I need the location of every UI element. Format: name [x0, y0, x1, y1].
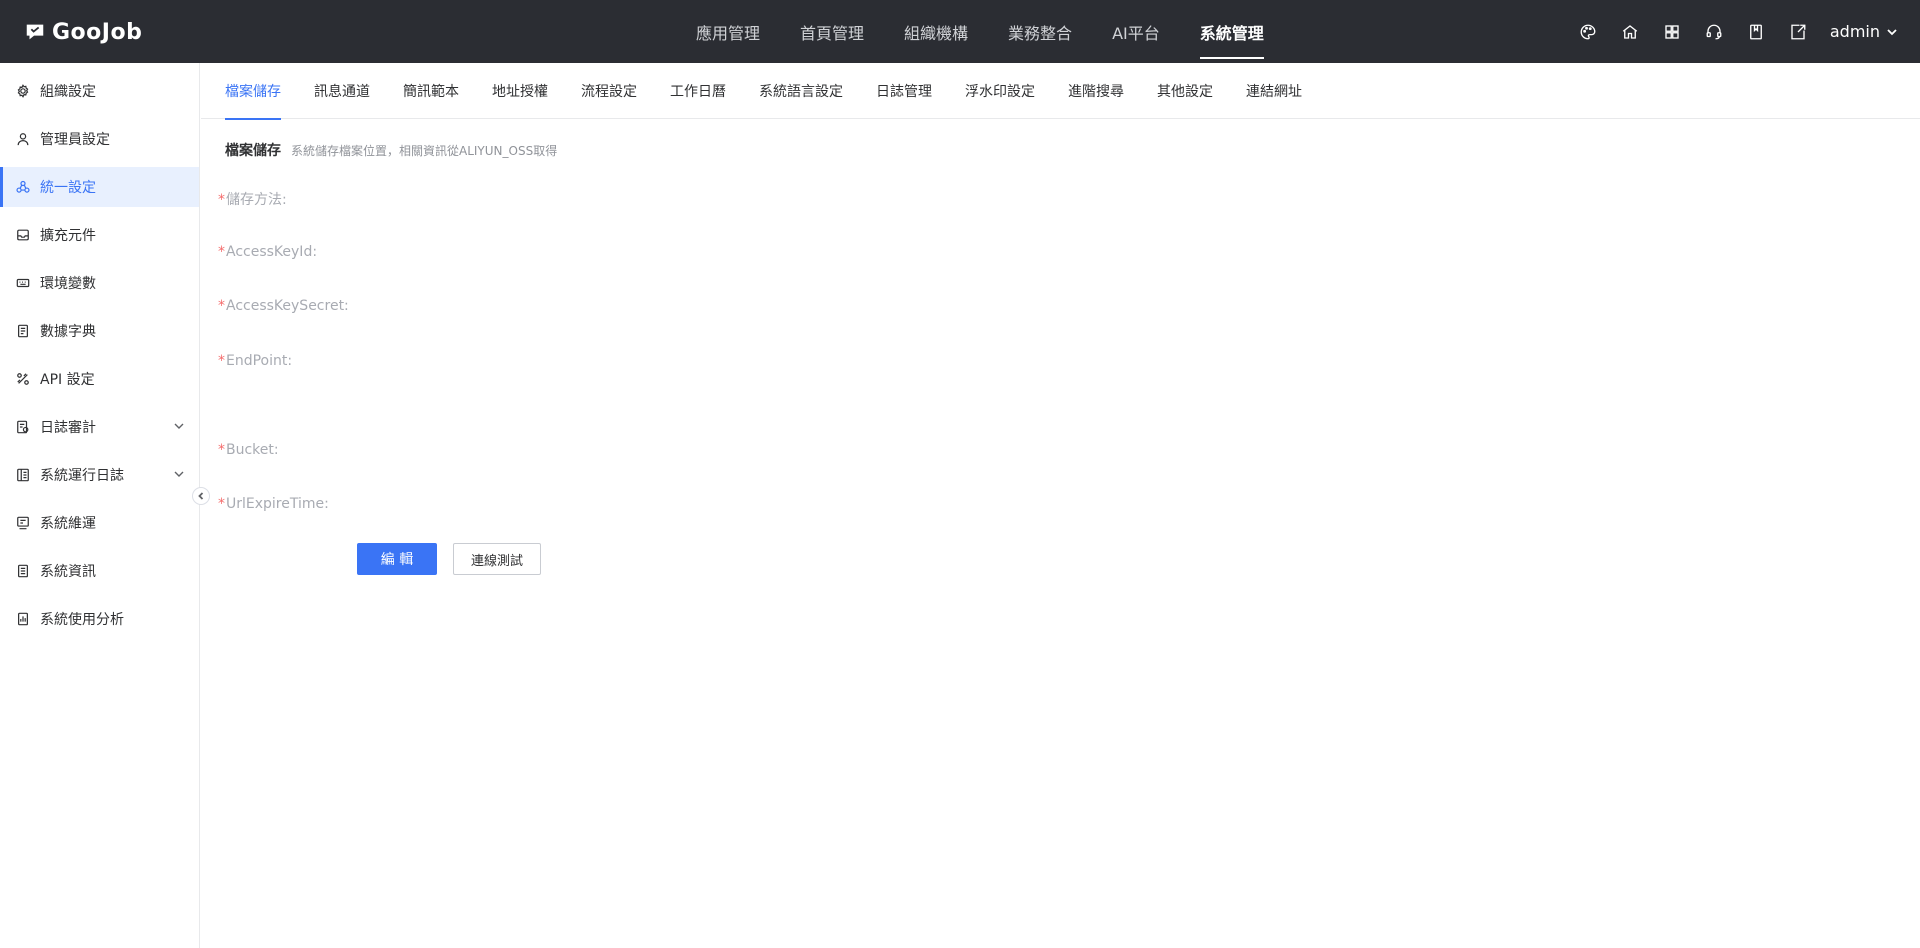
form-row-access-key-id: *AccessKeyId:: [218, 244, 317, 260]
topnav-system-management[interactable]: 系統管理: [1180, 0, 1284, 63]
sidebar-item-label: 系統運行日誌: [40, 468, 124, 484]
sidebar-item-organization-settings[interactable]: 組織設定: [0, 71, 199, 111]
analysis-icon: [16, 612, 30, 626]
topnav-home-management[interactable]: 首頁管理: [780, 0, 884, 63]
bookmark-icon[interactable]: [1746, 22, 1766, 42]
user-icon: [16, 132, 30, 146]
audit-icon: [16, 420, 30, 434]
form-row-url-expire-time: *UrlExpireTime:: [218, 496, 329, 512]
sidebar-item-label: 擴充元件: [40, 228, 96, 244]
sidebar-item-label: API 設定: [40, 372, 95, 388]
sidebar-item-label: 日誌審計: [40, 420, 96, 436]
tab-work-calendar[interactable]: 工作日曆: [670, 63, 726, 119]
top-bar: GooJob 應用管理 首頁管理 組織機構 業務整合 AI平台 系統管理 adm…: [0, 0, 1920, 63]
sidebar-item-env-variables[interactable]: 環境變數: [0, 263, 199, 303]
sidebar-item-api-settings[interactable]: API 設定: [0, 359, 199, 399]
section-description: 系統儲存檔案位置，相關資訊從ALIYUN_OSS取得: [291, 144, 558, 158]
tab-sms-template[interactable]: 簡訊範本: [403, 63, 459, 119]
sidebar-item-label: 環境變數: [40, 276, 96, 292]
form-row-bucket: *Bucket:: [218, 442, 279, 458]
required-mark: *: [218, 442, 225, 458]
sidebar-item-admin-settings[interactable]: 管理員設定: [0, 119, 199, 159]
required-mark: *: [218, 244, 225, 260]
home-icon[interactable]: [1620, 22, 1640, 42]
edit-button[interactable]: 編 輯: [357, 543, 437, 575]
field-label: Bucket:: [226, 442, 279, 458]
logo-icon: [26, 24, 44, 40]
tab-message-channel[interactable]: 訊息通道: [314, 63, 370, 119]
sidebar-item-log-audit[interactable]: 日誌審計: [0, 407, 199, 447]
user-name: admin: [1829, 22, 1880, 41]
form-row-endpoint: *EndPoint:: [218, 353, 292, 369]
tab-other-settings[interactable]: 其他設定: [1157, 63, 1213, 119]
field-label: AccessKeySecret:: [226, 298, 349, 314]
section-title: 檔案儲存: [225, 143, 281, 159]
chevron-down-icon: [1887, 28, 1897, 35]
sidebar-item-usage-analysis[interactable]: 系統使用分析: [0, 599, 199, 639]
field-label: 儲存方法:: [226, 192, 287, 208]
info-doc-icon: [16, 564, 30, 578]
sidebar-item-label: 統一設定: [40, 180, 96, 196]
log-icon: [16, 468, 30, 482]
sidebar-collapse-button[interactable]: [192, 487, 210, 505]
section-header: 檔案儲存 系統儲存檔案位置，相關資訊從ALIYUN_OSS取得: [225, 140, 557, 160]
user-menu[interactable]: admin: [1830, 22, 1898, 41]
tab-file-storage[interactable]: 檔案儲存: [225, 63, 281, 120]
sidebar-item-label: 管理員設定: [40, 132, 110, 148]
top-nav: 應用管理 首頁管理 組織機構 業務整合 AI平台 系統管理: [676, 0, 1284, 63]
keyboard-icon: [16, 276, 30, 290]
inbox-icon: [16, 228, 30, 242]
required-mark: *: [218, 353, 225, 369]
sidebar-item-label: 組織設定: [40, 84, 96, 100]
topnav-business-integration[interactable]: 業務整合: [988, 0, 1092, 63]
sidebar-item-label: 數據字典: [40, 324, 96, 340]
api-icon: [16, 372, 30, 386]
cluster-icon: [16, 180, 30, 194]
sidebar-item-label: 系統維運: [40, 516, 96, 532]
tab-advanced-search[interactable]: 進階搜尋: [1068, 63, 1124, 119]
grid-apps-icon[interactable]: [1662, 22, 1682, 42]
form-row-access-key-secret: *AccessKeySecret:: [218, 298, 349, 314]
gear-icon: [16, 84, 30, 98]
required-mark: *: [218, 298, 225, 314]
logo-text: GooJob: [52, 19, 143, 45]
palette-icon[interactable]: [1578, 22, 1598, 42]
required-mark: *: [218, 192, 225, 208]
sidebar-item-system-info[interactable]: 系統資訊: [0, 551, 199, 591]
field-label: AccessKeyId:: [226, 244, 318, 260]
sidebar-item-unified-settings[interactable]: 統一設定: [0, 167, 199, 207]
topnav-ai-platform[interactable]: AI平台: [1092, 0, 1180, 63]
tab-process-settings[interactable]: 流程設定: [581, 63, 637, 119]
chevron-down-icon: [173, 420, 185, 432]
topnav-app-management[interactable]: 應用管理: [676, 0, 780, 63]
top-tools: admin: [1578, 0, 1898, 63]
sidebar-item-extensions[interactable]: 擴充元件: [0, 215, 199, 255]
topnav-organization[interactable]: 組織機構: [884, 0, 988, 63]
connection-test-button[interactable]: 連線測試: [453, 543, 541, 575]
chevron-left-icon: [198, 492, 204, 500]
export-icon[interactable]: [1788, 22, 1808, 42]
field-label: EndPoint:: [226, 353, 293, 369]
chevron-down-icon: [173, 468, 185, 480]
sidebar-item-label: 系統資訊: [40, 564, 96, 580]
sidebar-item-data-dictionary[interactable]: 數據字典: [0, 311, 199, 351]
sidebar: 組織設定 管理員設定 統一設定 擴充元件 環境變數 數據字典 API 設定 日誌…: [0, 63, 200, 948]
form-row-storage-method: *儲存方法:: [218, 189, 287, 209]
tab-link-url[interactable]: 連結網址: [1246, 63, 1302, 119]
sidebar-item-system-maintenance[interactable]: 系統維運: [0, 503, 199, 543]
field-label: UrlExpireTime:: [226, 496, 329, 512]
required-mark: *: [218, 496, 225, 512]
tab-log-management[interactable]: 日誌管理: [876, 63, 932, 119]
sidebar-item-label: 系統使用分析: [40, 612, 124, 628]
maintenance-icon: [16, 516, 30, 530]
book-icon: [16, 324, 30, 338]
tab-language-settings[interactable]: 系統語言設定: [759, 63, 843, 119]
settings-tabs: 檔案儲存 訊息通道 簡訊範本 地址授權 流程設定 工作日曆 系統語言設定 日誌管…: [201, 63, 1920, 120]
logo[interactable]: GooJob: [24, 18, 142, 46]
tab-watermark-settings[interactable]: 浮水印設定: [965, 63, 1035, 119]
tab-address-authorization[interactable]: 地址授權: [492, 63, 548, 119]
sidebar-item-system-runtime-log[interactable]: 系統運行日誌: [0, 455, 199, 495]
support-icon[interactable]: [1704, 22, 1724, 42]
